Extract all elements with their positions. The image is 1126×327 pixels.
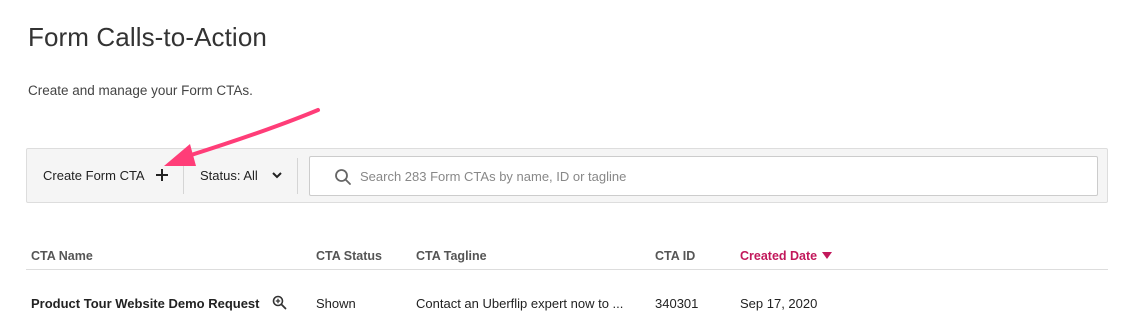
page-subtitle: Create and manage your Form CTAs. xyxy=(28,83,253,98)
table-row[interactable]: Product Tour Website Demo Request Shown … xyxy=(26,285,1108,321)
plus-icon xyxy=(156,169,168,181)
toolbar-divider xyxy=(297,158,298,194)
column-header-cta-status[interactable]: CTA Status xyxy=(316,249,382,263)
cta-id: 340301 xyxy=(655,296,699,311)
search-input[interactable] xyxy=(360,157,1080,195)
create-form-cta-button[interactable]: Create Form CTA xyxy=(27,149,183,202)
page-title: Form Calls-to-Action xyxy=(28,22,267,52)
column-header-cta-id[interactable]: CTA ID xyxy=(655,249,695,263)
status-filter-dropdown[interactable]: Status: All xyxy=(184,149,297,202)
form-ctas-page: Form Calls-to-Action Create and manage y… xyxy=(0,0,1126,327)
column-header-cta-tagline[interactable]: CTA Tagline xyxy=(416,249,487,263)
sort-descending-icon[interactable] xyxy=(822,252,832,260)
column-header-created-date[interactable]: Created Date xyxy=(740,249,817,263)
cta-name-link[interactable]: Product Tour Website Demo Request xyxy=(31,296,260,311)
column-header-cta-name[interactable]: CTA Name xyxy=(31,249,93,263)
search-box xyxy=(309,156,1098,196)
cta-tagline: Contact an Uberflip expert now to ... xyxy=(416,296,624,311)
create-form-cta-label: Create Form CTA xyxy=(43,168,145,183)
cta-created-date: Sep 17, 2020 xyxy=(740,296,818,311)
chevron-down-icon xyxy=(272,172,282,179)
toolbar: Create Form CTA Status: All xyxy=(26,148,1108,203)
search-icon xyxy=(335,169,351,185)
zoom-in-icon[interactable] xyxy=(272,295,287,310)
status-filter-label: Status: All xyxy=(200,168,258,183)
cta-status: Shown xyxy=(316,296,356,311)
table-header: CTA Name CTA Status CTA Tagline CTA ID C… xyxy=(26,240,1108,270)
